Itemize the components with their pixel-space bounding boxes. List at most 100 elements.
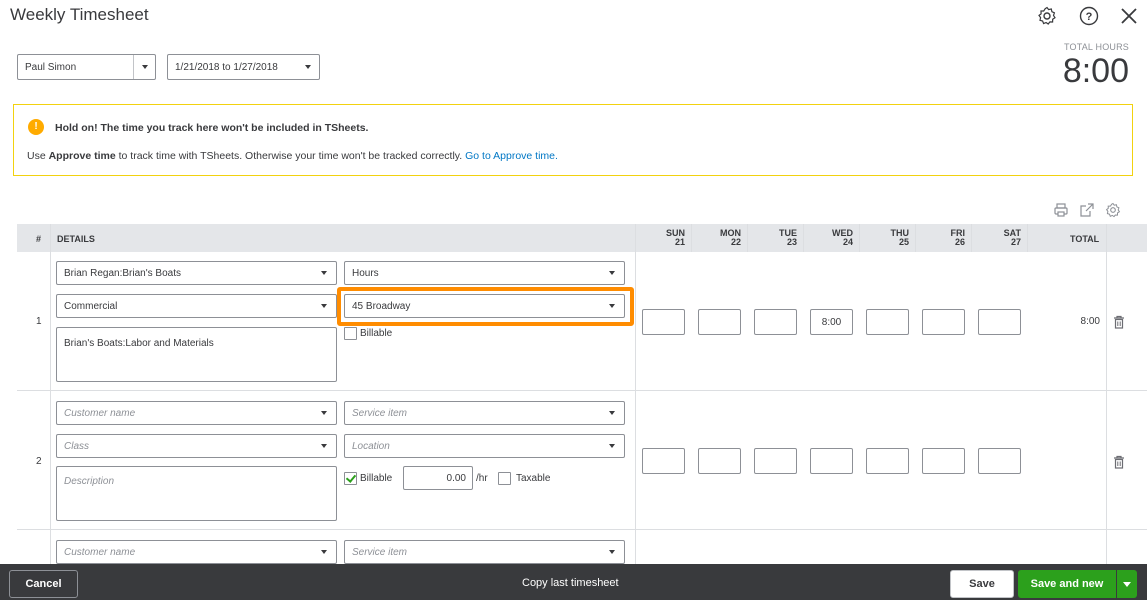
row-divider bbox=[17, 529, 1147, 530]
sat-hours-input[interactable] bbox=[978, 309, 1021, 335]
trash-icon[interactable] bbox=[1113, 455, 1125, 469]
wed-hours-input[interactable] bbox=[810, 448, 853, 474]
rate-input[interactable]: 0.00 bbox=[403, 466, 473, 490]
wed-hours-input[interactable]: 8:00 bbox=[810, 309, 853, 335]
col-number-header: # bbox=[36, 234, 42, 244]
col-wed-header: WED 24 bbox=[832, 228, 853, 247]
banner-body: Use Approve time to track time with TShe… bbox=[27, 150, 558, 162]
location-select[interactable]: Location bbox=[344, 434, 625, 458]
tue-hours-input[interactable] bbox=[754, 448, 797, 474]
total-hours-label: TOTAL HOURS bbox=[1063, 42, 1129, 52]
thu-hours-input[interactable] bbox=[866, 309, 909, 335]
chevron-down-icon bbox=[312, 402, 336, 424]
save-button[interactable]: Save bbox=[950, 570, 1014, 598]
chevron-down-icon bbox=[312, 262, 336, 284]
column-divider bbox=[50, 224, 51, 564]
class-select[interactable]: Class bbox=[56, 434, 337, 458]
gear-icon[interactable] bbox=[1035, 4, 1059, 28]
chevron-down-icon bbox=[600, 435, 624, 457]
customer-select[interactable]: Brian Regan:Brian's Boats bbox=[56, 261, 337, 285]
table-header: # DETAILS SUN 21 MON 22 TUE 23 WED 24 THU 25 … bbox=[17, 224, 1147, 252]
svg-text:?: ? bbox=[1086, 11, 1093, 23]
mon-hours-input[interactable] bbox=[698, 448, 741, 474]
chevron-down-icon bbox=[600, 402, 624, 424]
help-icon[interactable]: ? bbox=[1077, 4, 1101, 28]
service-item-select[interactable]: Service item bbox=[344, 401, 625, 425]
chevron-down-icon bbox=[312, 435, 336, 457]
billable-label: Billable bbox=[360, 328, 393, 339]
thu-hours-input[interactable] bbox=[866, 448, 909, 474]
column-divider bbox=[635, 224, 636, 564]
footer-bar: Cancel Copy last timesheet Save Save and… bbox=[0, 564, 1147, 600]
print-icon[interactable] bbox=[1053, 202, 1069, 218]
save-and-new-button[interactable]: Save and new bbox=[1018, 570, 1116, 598]
sun-hours-input[interactable] bbox=[642, 309, 685, 335]
col-thu-header: THU 25 bbox=[890, 228, 910, 247]
go-to-approve-time-link[interactable]: Go to Approve time. bbox=[465, 150, 558, 162]
tsheets-warning-banner: ! Hold on! The time you track here won't… bbox=[13, 104, 1133, 176]
column-divider bbox=[1027, 224, 1028, 252]
description-field[interactable]: Brian's Boats:Labor and Materials bbox=[56, 327, 337, 382]
col-details-header: DETAILS bbox=[57, 234, 95, 244]
description-field[interactable]: Description bbox=[56, 466, 337, 521]
column-divider bbox=[915, 224, 916, 252]
col-mon-header: MON 22 bbox=[720, 228, 741, 247]
chevron-down-icon bbox=[600, 262, 624, 284]
column-divider bbox=[747, 224, 748, 252]
save-options-dropdown[interactable] bbox=[1117, 570, 1137, 598]
col-tue-header: TUE 23 bbox=[779, 228, 797, 247]
chevron-down-icon bbox=[600, 541, 624, 563]
col-sun-header: SUN 21 bbox=[665, 228, 685, 247]
chevron-down-icon bbox=[133, 55, 155, 79]
settings-icon[interactable] bbox=[1105, 202, 1121, 218]
tue-hours-input[interactable] bbox=[754, 309, 797, 335]
employee-select[interactable]: Paul Simon bbox=[17, 54, 156, 80]
total-hours-value: 8:00 bbox=[1062, 52, 1129, 90]
copy-last-timesheet-link[interactable]: Copy last timesheet bbox=[522, 577, 619, 589]
column-divider bbox=[691, 224, 692, 252]
date-range-select[interactable]: 1/21/2018 to 1/27/2018 bbox=[167, 54, 320, 80]
title-bar: Weekly Timesheet ? bbox=[0, 0, 1147, 32]
mon-hours-input[interactable] bbox=[698, 309, 741, 335]
customer-select[interactable]: Customer name bbox=[56, 401, 337, 425]
cancel-button[interactable]: Cancel bbox=[9, 570, 78, 598]
export-icon[interactable] bbox=[1079, 202, 1095, 218]
chevron-down-icon bbox=[297, 55, 319, 79]
service-item-select[interactable]: Service item bbox=[344, 540, 625, 564]
column-divider bbox=[859, 224, 860, 252]
location-highlight bbox=[337, 287, 634, 326]
page-title: Weekly Timesheet bbox=[10, 5, 149, 24]
chevron-down-icon bbox=[312, 295, 336, 317]
sun-hours-input[interactable] bbox=[642, 448, 685, 474]
billable-label: Billable bbox=[360, 473, 393, 484]
class-select[interactable]: Commercial bbox=[56, 294, 337, 318]
service-item-select[interactable]: Hours bbox=[344, 261, 625, 285]
chevron-down-icon bbox=[312, 541, 336, 563]
column-divider bbox=[1106, 224, 1107, 564]
row-total: 8:00 bbox=[1080, 316, 1100, 327]
rate-unit: /hr bbox=[476, 473, 488, 484]
col-sat-header: SAT 27 bbox=[1003, 228, 1021, 247]
employee-select-value: Paul Simon bbox=[25, 62, 77, 73]
taxable-label: Taxable bbox=[516, 473, 551, 484]
col-fri-header: FRI 26 bbox=[950, 228, 966, 247]
col-total-header: TOTAL bbox=[1070, 234, 1100, 244]
fri-hours-input[interactable] bbox=[922, 309, 965, 335]
billable-checkbox[interactable] bbox=[344, 472, 357, 485]
fri-hours-input[interactable] bbox=[922, 448, 965, 474]
customer-select[interactable]: Customer name bbox=[56, 540, 337, 564]
row-divider bbox=[17, 390, 1147, 391]
chevron-down-icon bbox=[1123, 581, 1131, 587]
taxable-checkbox[interactable] bbox=[498, 472, 511, 485]
trash-icon[interactable] bbox=[1113, 315, 1125, 329]
column-divider bbox=[803, 224, 804, 252]
column-divider bbox=[971, 224, 972, 252]
date-range-value: 1/21/2018 to 1/27/2018 bbox=[175, 62, 278, 73]
banner-title: Hold on! The time you track here won't b… bbox=[55, 122, 369, 134]
sat-hours-input[interactable] bbox=[978, 448, 1021, 474]
row-number: 1 bbox=[36, 316, 42, 327]
warning-icon: ! bbox=[28, 119, 44, 135]
row-number: 2 bbox=[36, 456, 42, 467]
billable-checkbox[interactable] bbox=[344, 327, 357, 340]
close-icon[interactable] bbox=[1117, 4, 1141, 28]
